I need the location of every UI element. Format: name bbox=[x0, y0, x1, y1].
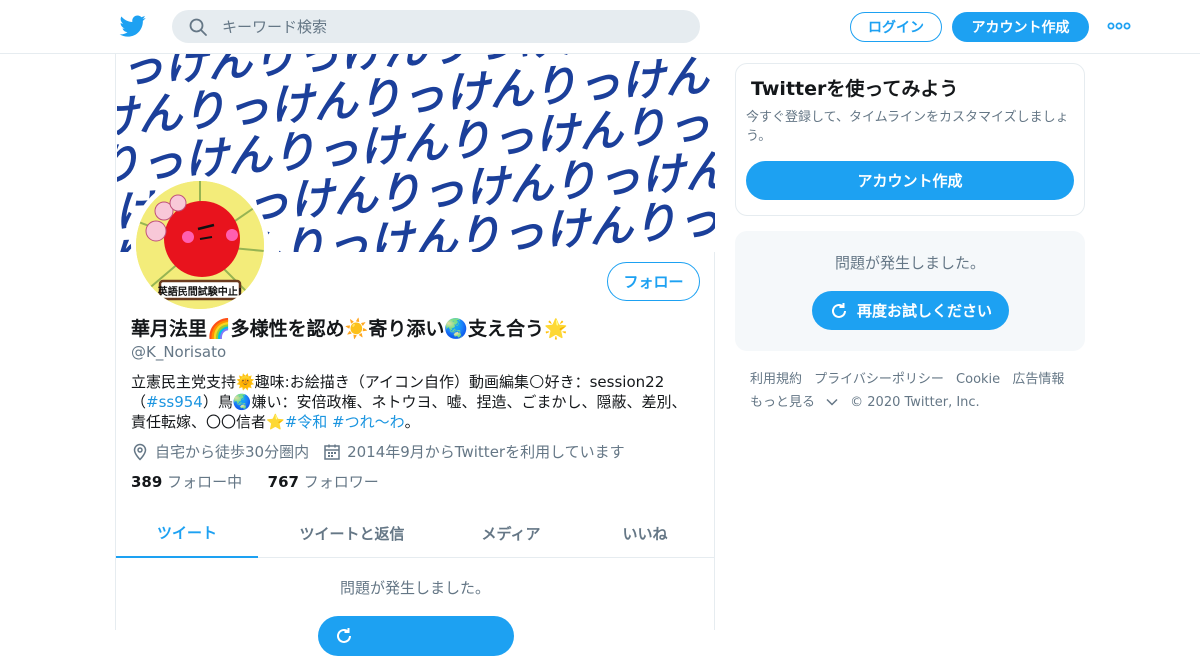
signup-card-title: Twitterを使ってみよう bbox=[751, 78, 959, 100]
profile-tabs: ツイート ツイートと返信 メディア いいね bbox=[116, 508, 714, 558]
bio-hashtag-link[interactable]: #ss954 bbox=[146, 393, 203, 411]
following-count: 389 bbox=[131, 473, 163, 491]
login-button[interactable]: ログイン bbox=[850, 12, 942, 42]
profile-display-name: 華月法里🌈多様性を認め☀️寄り添い🌏支え合う🌟 bbox=[131, 318, 568, 340]
profile-bio: 立憲民主党支持🌞趣味:お絵描き（アイコン自作）動画編集🌕好き：session22… bbox=[131, 372, 691, 432]
twitter-bird-icon[interactable] bbox=[119, 13, 147, 39]
profile-joined-date: 2014年9月からTwitterを利用しています bbox=[347, 443, 625, 461]
footer-more-label: もっと見る bbox=[750, 395, 816, 410]
sidebar-footer: 利用規約 プライバシーポリシー Cookie 広告情報 もっと見る © 2020… bbox=[750, 368, 1080, 414]
signup-card-description: 今すぐ登録して、タイムラインをカスタマイズしましょう。 bbox=[746, 110, 1069, 144]
profile-screen-name[interactable]: @K_Norisato bbox=[131, 343, 226, 361]
footer-link-ads-info[interactable]: 広告情報 bbox=[1012, 372, 1064, 387]
footer-link-privacy[interactable]: プライバシーポリシー bbox=[814, 372, 944, 387]
top-navigation-bar: ログイン アカウント作成 bbox=[0, 0, 1200, 54]
signup-card: Twitterを使ってみよう 今すぐ登録して、タイムラインをカスタマイズしましょ… bbox=[735, 63, 1085, 216]
profile-meta: 自宅から徒歩30分圏内 2014年9月からTwitterを利用しています bbox=[131, 441, 625, 462]
footer-link-terms[interactable]: 利用規約 bbox=[750, 372, 802, 387]
location-pin-icon bbox=[133, 443, 147, 461]
search-input[interactable] bbox=[222, 10, 682, 43]
chevron-down-icon bbox=[826, 398, 838, 406]
tab-tweets-and-replies[interactable]: ツイートと返信 bbox=[258, 508, 446, 558]
timeline-error-message: 問題が発生しました。 bbox=[339, 579, 490, 597]
following-link[interactable]: 389 フォロー中 bbox=[131, 473, 242, 491]
refresh-icon bbox=[832, 302, 846, 318]
bio-text: 。 bbox=[404, 413, 420, 431]
following-label: フォロー中 bbox=[167, 473, 243, 491]
footer-copyright: © 2020 Twitter, Inc. bbox=[850, 395, 980, 410]
profile-location: 自宅から徒歩30分圏内 bbox=[155, 443, 310, 461]
search-box[interactable] bbox=[172, 10, 700, 43]
follow-button[interactable]: フォロー bbox=[607, 262, 700, 301]
footer-link-cookie[interactable]: Cookie bbox=[956, 372, 1000, 387]
profile-avatar[interactable]: 英語民間試験中止! bbox=[131, 176, 269, 314]
search-icon bbox=[189, 18, 207, 36]
refresh-icon bbox=[337, 628, 351, 643]
signup-card-button[interactable]: アカウント作成 bbox=[746, 161, 1074, 200]
tab-media[interactable]: メディア bbox=[446, 508, 576, 558]
sidebar-error-message: 問題が発生しました。 bbox=[834, 254, 985, 272]
signup-button[interactable]: アカウント作成 bbox=[952, 12, 1089, 42]
calendar-icon bbox=[324, 444, 340, 460]
tab-tweets[interactable]: ツイート bbox=[116, 508, 258, 558]
tab-likes[interactable]: いいね bbox=[576, 508, 714, 558]
followers-count: 767 bbox=[267, 473, 299, 491]
sidebar-retry-button[interactable]: 再度お試しください bbox=[812, 291, 1009, 330]
bio-hashtag-link[interactable]: #つれ〜わ bbox=[332, 413, 405, 431]
more-horizontal-icon[interactable] bbox=[1107, 21, 1131, 31]
avatar-illustration: 英語民間試験中止! bbox=[136, 181, 264, 309]
timeline-retry-button[interactable] bbox=[318, 616, 514, 656]
sidebar-retry-label: 再度お試しください bbox=[856, 302, 992, 320]
profile-stats: 389 フォロー中 767 フォロワー bbox=[131, 471, 379, 492]
bio-hashtag-link[interactable]: #令和 bbox=[285, 413, 328, 431]
footer-link-more[interactable]: もっと見る bbox=[750, 395, 838, 410]
followers-link[interactable]: 767 フォロワー bbox=[268, 473, 379, 491]
sidebar-error-card: 問題が発生しました。 再度お試しください bbox=[735, 231, 1085, 351]
profile-column: りっけんりっけんりっけんりっけんりっけん りっけんりっけんりっけんりっけんりっけ… bbox=[115, 54, 715, 656]
followers-label: フォロワー bbox=[303, 473, 379, 491]
avatar-badge-text: 英語民間試験中止! bbox=[157, 285, 243, 298]
